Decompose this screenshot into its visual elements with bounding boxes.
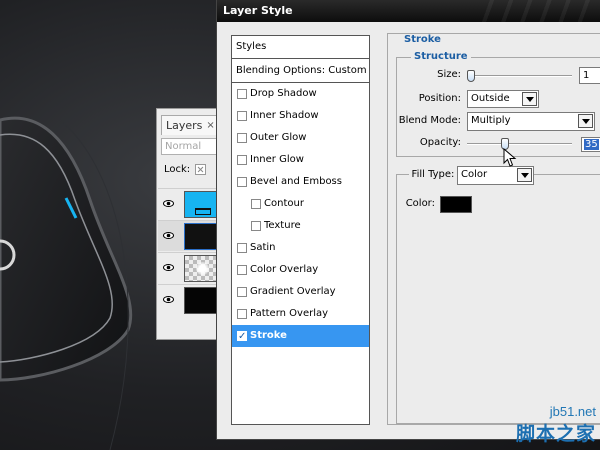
style-item-pattern-overlay[interactable]: Pattern Overlay	[232, 303, 369, 325]
fill-type-value: Color	[461, 169, 488, 180]
position-label: Position:	[418, 93, 461, 104]
style-item-label: Stroke	[250, 330, 287, 341]
chevron-down-icon[interactable]	[578, 114, 593, 128]
checkbox[interactable]	[237, 265, 247, 275]
layer-row[interactable]	[158, 284, 220, 315]
watermark-url: jb51.net	[549, 404, 596, 419]
blend-mode-label: Blend Mode:	[398, 115, 461, 126]
style-item-label: Pattern Overlay	[250, 308, 329, 319]
opacity-value: 35	[584, 139, 599, 150]
layer-row[interactable]	[158, 252, 220, 283]
blend-mode-value: Multiply	[471, 115, 511, 126]
lock-transparency-icon[interactable]	[195, 164, 207, 175]
style-item-label: Texture	[264, 220, 301, 231]
checkbox[interactable]	[237, 111, 247, 121]
eye-icon[interactable]	[163, 200, 174, 207]
style-item-drop-shadow[interactable]: Drop Shadow	[232, 83, 369, 105]
size-input[interactable]: 1	[579, 67, 600, 84]
style-item-contour[interactable]: Contour	[232, 193, 369, 215]
style-item-texture[interactable]: Texture	[232, 215, 369, 237]
watermark: jb51.net 脚本之家	[516, 404, 596, 446]
styles-header[interactable]: Styles	[232, 36, 369, 59]
checkbox[interactable]	[237, 133, 247, 143]
checkbox[interactable]	[251, 199, 261, 209]
layer-thumbnail	[184, 191, 220, 218]
style-item-bevel-emboss[interactable]: Bevel and Emboss	[232, 171, 369, 193]
chevron-down-icon[interactable]	[517, 168, 532, 182]
stroke-section-title: Stroke	[401, 34, 444, 45]
tab-layers[interactable]: Layers ×	[161, 115, 220, 135]
structure-section-title: Structure	[411, 51, 471, 62]
layer-row[interactable]	[158, 220, 220, 251]
blending-options-item[interactable]: Blending Options: Custom	[232, 60, 369, 83]
checkbox[interactable]	[251, 221, 261, 231]
style-item-satin[interactable]: Satin	[232, 237, 369, 259]
style-item-label: Drop Shadow	[250, 88, 317, 99]
style-item-label: Contour	[264, 198, 304, 209]
checkbox[interactable]	[237, 177, 247, 187]
color-label: Color:	[405, 198, 435, 209]
lock-row: Lock:	[164, 164, 207, 175]
checkbox[interactable]	[237, 89, 247, 99]
fill-group	[396, 174, 600, 424]
checkbox[interactable]	[237, 287, 247, 297]
size-slider-track[interactable]	[467, 75, 572, 77]
checkbox[interactable]	[237, 309, 247, 319]
checkbox[interactable]	[237, 243, 247, 253]
layer-row[interactable]	[158, 188, 220, 219]
size-slider-thumb[interactable]	[467, 70, 475, 82]
fill-type-select[interactable]: Color	[457, 166, 534, 185]
style-item-inner-glow[interactable]: Inner Glow	[232, 149, 369, 171]
style-item-outer-glow[interactable]: Outer Glow	[232, 127, 369, 149]
style-item-label: Inner Shadow	[250, 110, 319, 121]
eye-icon[interactable]	[163, 232, 174, 239]
blend-mode-select[interactable]: Normal	[161, 138, 221, 155]
style-item-label: Inner Glow	[250, 154, 304, 165]
style-item-label: Bevel and Emboss	[250, 176, 342, 187]
style-item-label: Color Overlay	[250, 264, 319, 275]
layers-tab-label: Layers	[166, 119, 203, 132]
style-item-label: Satin	[250, 242, 276, 253]
opacity-label: Opacity:	[419, 137, 461, 148]
position-select[interactable]: Outside	[467, 90, 539, 108]
opacity-slider-track[interactable]	[467, 143, 572, 145]
style-item-label: Outer Glow	[250, 132, 307, 143]
style-item-inner-shadow[interactable]: Inner Shadow	[232, 105, 369, 127]
size-label: Size:	[437, 69, 461, 80]
eye-icon[interactable]	[163, 296, 174, 303]
style-item-label: Gradient Overlay	[250, 286, 336, 297]
close-icon[interactable]: ×	[206, 116, 214, 135]
chevron-down-icon[interactable]	[522, 92, 537, 106]
cursor-arrow-icon	[503, 148, 517, 167]
layer-thumbnail	[184, 223, 220, 250]
style-item-color-overlay[interactable]: Color Overlay	[232, 259, 369, 281]
layer-thumbnail	[184, 255, 220, 282]
lock-label: Lock:	[164, 164, 191, 175]
opacity-input[interactable]: 35	[581, 137, 600, 152]
eye-icon[interactable]	[163, 264, 174, 271]
layer-thumbnail	[184, 287, 220, 314]
styles-list: Styles Blending Options: Custom Drop Sha…	[231, 35, 370, 425]
layer-style-dialog: Layer Style Styles Blending Options: Cus…	[216, 0, 600, 440]
style-item-gradient-overlay[interactable]: Gradient Overlay	[232, 281, 369, 303]
layers-panel: Layers × Normal Lock:	[156, 108, 221, 340]
fill-type-label: Fill Type:	[409, 169, 457, 180]
dialog-title[interactable]: Layer Style	[217, 0, 600, 22]
checkbox-checked[interactable]	[237, 326, 247, 348]
position-value: Outside	[471, 93, 510, 104]
stroke-color-swatch[interactable]	[440, 196, 472, 213]
blend-mode-select[interactable]: Multiply	[467, 112, 595, 131]
style-item-stroke[interactable]: Stroke	[232, 325, 369, 348]
watermark-site-name: 脚本之家	[515, 423, 596, 445]
checkbox[interactable]	[237, 155, 247, 165]
